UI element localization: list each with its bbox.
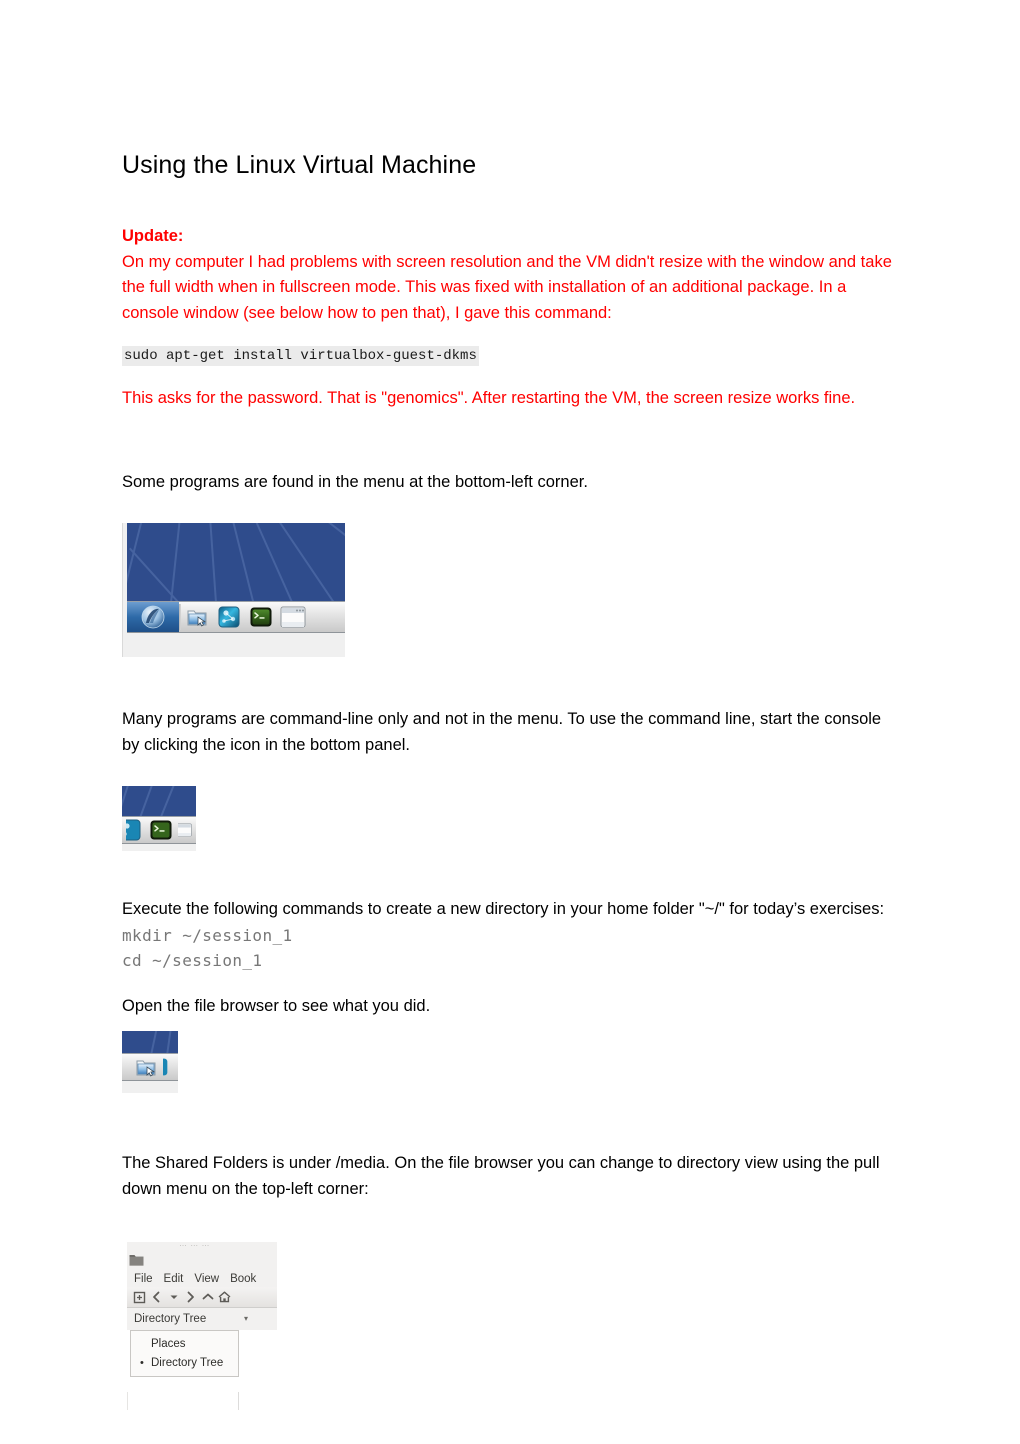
update-heading: Update:: [122, 227, 184, 245]
view-mode-dropdown-list[interactable]: Places Directory Tree: [130, 1330, 239, 1377]
terminal-launcher[interactable]: [246, 602, 276, 632]
menu-item-bookmarks[interactable]: Book: [230, 1273, 256, 1285]
commandline-paragraph: Many programs are command-line only and …: [122, 710, 882, 754]
filebrowser-menubar: File Edit View Book: [127, 1270, 277, 1287]
screenshot-filebrowser-icon-crop: [122, 1031, 178, 1093]
new-tab-icon[interactable]: [131, 1289, 148, 1306]
cd-command-code: cd ~/session_1: [122, 951, 263, 970]
filebrowser-paragraph: Open the file browser to see what you di…: [122, 996, 431, 1015]
menu-item-file[interactable]: File: [134, 1273, 153, 1285]
menu-item-edit[interactable]: Edit: [164, 1273, 184, 1285]
history-dropdown-icon[interactable]: [165, 1289, 182, 1306]
filebrowser-toolbar: [127, 1287, 277, 1308]
folder-icon: [129, 1253, 144, 1266]
window-list-item[interactable]: [178, 815, 192, 845]
update-paragraph: On my computer I had problems with scree…: [122, 252, 892, 322]
filebrowser-sidebar-pane: [127, 1392, 239, 1410]
view-mode-selected-value: Directory Tree: [134, 1313, 207, 1325]
dropdown-option-directory-tree[interactable]: Directory Tree: [131, 1354, 238, 1373]
window-list-item[interactable]: [278, 602, 308, 632]
file-browser-launcher[interactable]: [182, 602, 212, 632]
filebrowser-content-pane: [240, 1330, 277, 1410]
panel-separator: [179, 604, 181, 630]
document-page: Using the Linux Virtual Machine Update: …: [0, 0, 1020, 1444]
network-app-launcher[interactable]: [163, 1052, 169, 1082]
menu-item-view[interactable]: View: [194, 1273, 219, 1285]
page-title: Using the Linux Virtual Machine: [122, 151, 477, 179]
desktop-wallpaper-crop: [122, 786, 196, 816]
forward-arrow-icon[interactable]: [182, 1289, 199, 1306]
screenshot-lower-blank: [122, 844, 196, 851]
screenshot-filebrowser-menu: … … … File Edit View Book Directory Tree…: [122, 1242, 277, 1410]
dropdown-option-places[interactable]: Places: [131, 1335, 238, 1354]
screenshot-terminal-icon-crop: [122, 786, 196, 851]
menu-paragraph: Some programs are found in the menu at t…: [122, 472, 588, 491]
back-arrow-icon[interactable]: [148, 1289, 165, 1306]
screenshot-desktop-taskbar: [122, 523, 345, 657]
terminal-launcher[interactable]: [146, 815, 176, 845]
document-content: Using the Linux Virtual Machine Update: …: [122, 150, 898, 1410]
desktop-bottom-panel-crop: [122, 816, 196, 844]
desktop-wallpaper-crop: [122, 1031, 178, 1053]
chevron-down-icon: ▾: [243, 1314, 248, 1323]
install-command-code: sudo apt-get install virtualbox-guest-dk…: [122, 346, 479, 366]
shared-folders-paragraph: The Shared Folders is under /media. On t…: [122, 1154, 880, 1198]
filebrowser-window-top: [127, 1251, 277, 1270]
network-app-launcher[interactable]: [126, 815, 144, 845]
mkdir-command-code: mkdir ~/session_1: [122, 925, 293, 945]
screenshot-lower-blank: [122, 1081, 178, 1093]
password-paragraph: This asks for the password. That is "gen…: [122, 389, 856, 407]
network-app-launcher[interactable]: [214, 602, 244, 632]
screenshot-lower-blank: [127, 633, 345, 657]
desktop-wallpaper: [127, 523, 345, 601]
file-browser-launcher[interactable]: [131, 1052, 161, 1082]
desktop-bottom-panel: [127, 601, 345, 633]
application-menu-launcher[interactable]: [127, 602, 179, 632]
exercise-paragraph: Execute the following commands to create…: [122, 900, 885, 918]
view-mode-combobox[interactable]: Directory Tree ▾: [127, 1308, 277, 1330]
home-icon[interactable]: [216, 1289, 233, 1306]
desktop-bottom-panel-crop: [122, 1053, 178, 1081]
up-arrow-icon[interactable]: [199, 1289, 216, 1306]
filebrowser-title-text: … … …: [179, 1242, 210, 1248]
